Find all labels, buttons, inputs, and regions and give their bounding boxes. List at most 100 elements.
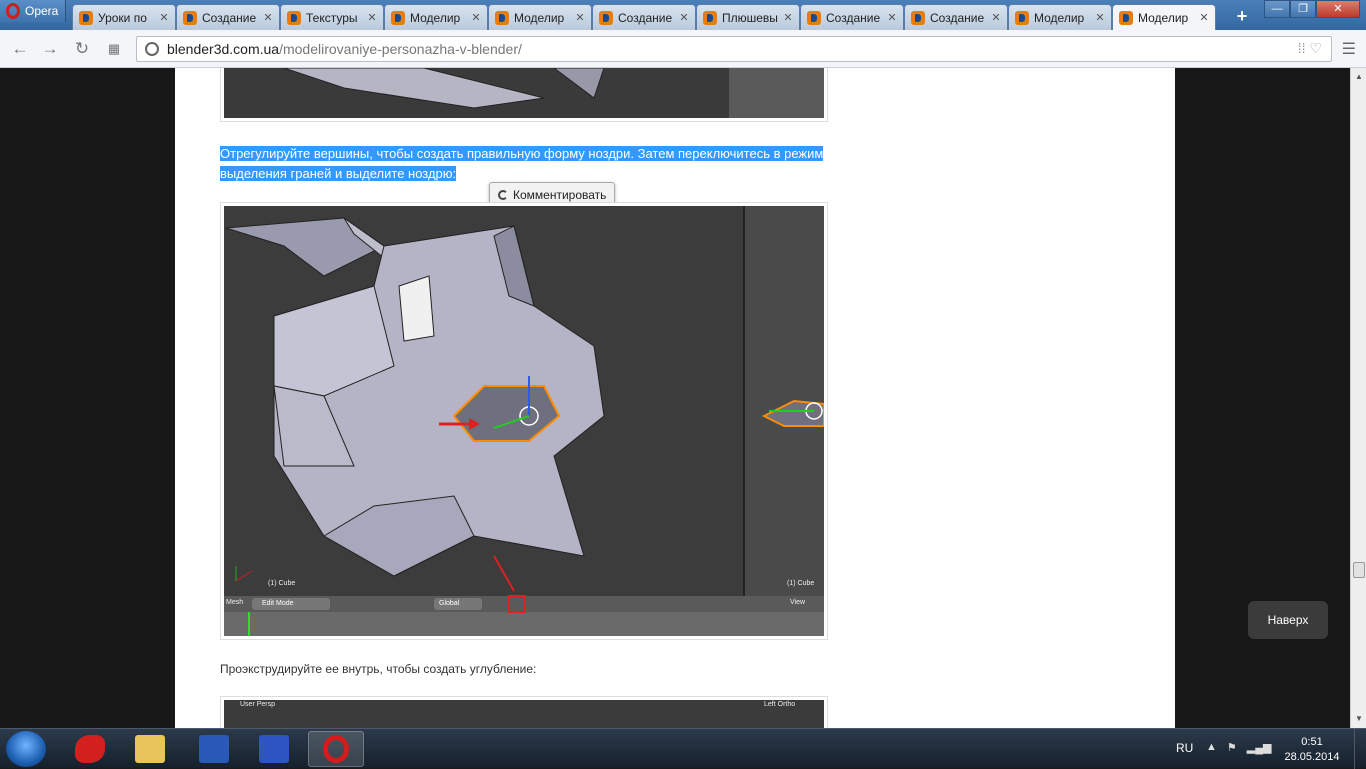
blender-render-bottom: User Persp Left Ortho <box>224 700 824 728</box>
scroll-thumb[interactable] <box>1353 562 1365 578</box>
taskbar-app-word[interactable] <box>186 731 242 767</box>
browser-tab[interactable]: Моделир ✕ <box>384 4 488 30</box>
browser-tab[interactable]: Моделир ✕ <box>488 4 592 30</box>
tab-close-icon[interactable]: ✕ <box>365 11 379 24</box>
mode-select: Edit Mode <box>252 598 330 610</box>
browser-tab[interactable]: Плюшевы ✕ <box>696 4 800 30</box>
browser-tab[interactable]: Создание ✕ <box>176 4 280 30</box>
article-content: Отрегулируйте вершины, чтобы создать пра… <box>175 68 1175 728</box>
browser-tab[interactable]: Создание ✕ <box>904 4 1008 30</box>
highlight-line-2: выделения граней и выделите ноздрю: <box>220 166 457 181</box>
scroll-up-icon[interactable]: ▲ <box>1355 72 1363 81</box>
back-button[interactable]: ← <box>10 39 30 59</box>
tab-close-icon[interactable]: ✕ <box>781 11 795 24</box>
network-signal-icon[interactable]: ▂▄▆ <box>1247 741 1272 754</box>
scroll-down-icon[interactable]: ▼ <box>1355 714 1363 723</box>
tab-close-icon[interactable]: ✕ <box>469 11 483 24</box>
tab-close-icon[interactable]: ✕ <box>573 11 587 24</box>
blender-render-top <box>224 68 824 118</box>
url-host: blender3d.com.ua <box>167 41 280 57</box>
orientation-select: Global <box>434 598 482 610</box>
page-scrollbar[interactable]: ▲ ▼ <box>1350 68 1366 728</box>
selected-paragraph: Отрегулируйте вершины, чтобы создать пра… <box>220 144 828 184</box>
minimize-button[interactable]: — <box>1264 0 1290 18</box>
tab-close-icon[interactable]: ✕ <box>885 11 899 24</box>
url-input[interactable]: blender3d.com.ua/modelirovaniye-personaz… <box>136 36 1332 62</box>
reload-button[interactable]: ↻ <box>72 39 92 59</box>
clock-date: 28.05.2014 <box>1284 751 1340 763</box>
browser-tab[interactable]: Моделир ✕ <box>1112 4 1216 30</box>
action-center-flag-icon[interactable]: ⚑ <box>1227 741 1237 754</box>
word-icon <box>199 735 229 763</box>
tab-label: Моделир <box>1138 10 1189 25</box>
system-clock[interactable]: 0:51 28.05.2014 <box>1282 735 1342 765</box>
tab-label: Создание <box>202 10 257 25</box>
taskbar-app-opera[interactable] <box>308 731 364 767</box>
tray-expand-icon[interactable]: ▲ <box>1206 741 1217 754</box>
article-image-main: (1) Cube (1) Cube Mesh Edit Mode Global … <box>220 202 828 640</box>
blender-favicon-icon <box>1119 10 1133 25</box>
browser-tab[interactable]: Уроки по ✕ <box>72 4 176 30</box>
maximize-button[interactable]: ❐ <box>1290 0 1316 18</box>
paint-splash-icon <box>75 735 105 763</box>
tab-label: Текстуры <box>306 10 358 25</box>
site-info-icon[interactable] <box>145 42 159 56</box>
speed-dial-icon[interactable]: ▦ <box>104 39 124 59</box>
tab-label: Моделир <box>1034 10 1085 25</box>
opera-menu-label: Opera <box>25 4 59 18</box>
blender-favicon-icon <box>79 10 93 25</box>
tab-label: Моделир <box>410 10 461 25</box>
object-label-left: (1) Cube <box>268 580 296 587</box>
close-window-button[interactable]: ✕ <box>1316 0 1360 18</box>
taskbar-app-save[interactable] <box>246 731 302 767</box>
stash-heart-icon[interactable]: ⁞⁞ ♡ <box>1298 40 1322 57</box>
opera-logo-icon <box>6 3 20 19</box>
address-bar: ← → ↻ ▦ blender3d.com.ua/modelirovaniye-… <box>0 30 1366 68</box>
comment-icon <box>498 190 508 200</box>
tab-label: Создание <box>930 10 985 25</box>
tab-strip: Opera Уроки по ✕ Создание ✕ Текстуры ✕ Моделир… <box>0 0 1366 30</box>
tab-close-icon[interactable]: ✕ <box>1197 11 1211 24</box>
tab-close-icon[interactable]: ✕ <box>989 11 1003 24</box>
forward-button[interactable]: → <box>40 39 60 59</box>
article-image-bottom: User Persp Left Ortho <box>220 696 828 728</box>
tab-label: Создание <box>826 10 881 25</box>
browser-menu-icon[interactable]: ☰ <box>1342 39 1356 59</box>
windows-taskbar: RU ▲ ⚑ ▂▄▆ 0:51 28.05.2014 <box>0 728 1366 769</box>
page-background-left <box>0 68 175 728</box>
header-mesh-label: Mesh <box>226 599 244 606</box>
system-tray: ▲ ⚑ ▂▄▆ <box>1206 741 1271 754</box>
opera-menu-button[interactable]: Opera <box>0 0 66 22</box>
left-ortho-label: Left Ortho <box>764 701 796 708</box>
taskbar-app-paint[interactable] <box>62 731 118 767</box>
scroll-to-top-button[interactable]: Наверх <box>1248 601 1328 639</box>
tab-close-icon[interactable]: ✕ <box>157 11 171 24</box>
blender-favicon-icon <box>287 10 301 25</box>
clock-time: 0:51 <box>1301 736 1323 748</box>
web-page: Отрегулируйте вершины, чтобы создать пра… <box>0 68 1366 728</box>
blender-favicon-icon <box>391 10 405 25</box>
tab-close-icon[interactable]: ✕ <box>677 11 691 24</box>
language-indicator[interactable]: RU <box>1176 741 1193 755</box>
tab-label: Плюшевы <box>722 10 778 25</box>
window-controls: — ❐ ✕ <box>1264 0 1360 18</box>
browser-tab[interactable]: Создание ✕ <box>592 4 696 30</box>
article-image-top <box>220 68 828 122</box>
tab-close-icon[interactable]: ✕ <box>261 11 275 24</box>
url-path: /modelirovaniye-personazha-v-blender/ <box>279 41 522 57</box>
browser-tab[interactable]: Текстуры ✕ <box>280 4 384 30</box>
tab-close-icon[interactable]: ✕ <box>1093 11 1107 24</box>
blender-favicon-icon <box>495 10 509 25</box>
blender-favicon-icon <box>599 10 613 25</box>
start-button[interactable] <box>6 731 46 767</box>
paragraph-extrude: Проэкструдируйте ее внутрь, чтобы создат… <box>220 662 537 676</box>
browser-tab[interactable]: Моделир ✕ <box>1008 4 1112 30</box>
show-desktop-button[interactable] <box>1354 729 1366 769</box>
tab-label: Моделир <box>514 10 565 25</box>
browser-tab[interactable]: Создание ✕ <box>800 4 904 30</box>
blender-favicon-icon <box>1015 10 1029 25</box>
highlight-line-1: Отрегулируйте вершины, чтобы создать пра… <box>220 146 824 161</box>
tab-label: Создание <box>618 10 673 25</box>
new-tab-button[interactable]: + <box>1232 6 1252 26</box>
taskbar-app-explorer[interactable] <box>122 731 178 767</box>
